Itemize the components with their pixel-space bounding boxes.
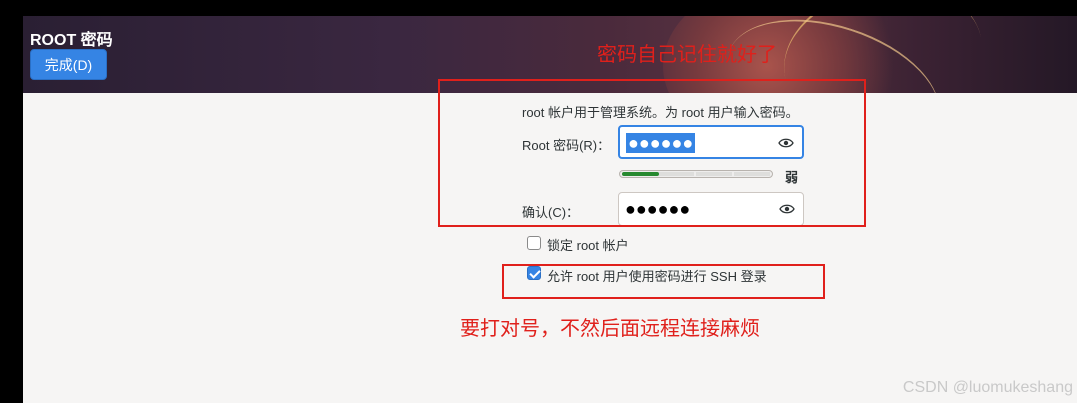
lock-root-checkbox[interactable] — [527, 236, 541, 250]
page-title: ROOT 密码 — [30, 32, 113, 49]
done-button[interactable]: 完成(D) — [30, 49, 107, 80]
lock-root-label: 锁定 root 帐户 — [547, 238, 629, 253]
annotation-box-ssh — [502, 264, 825, 299]
annotation-box-password — [438, 79, 866, 227]
window: ROOT 密码 完成(D) root 帐户用于管理系统。为 root 用户输入密… — [23, 16, 1077, 403]
annotation-top-note: 密码自己记住就好了 — [597, 44, 777, 66]
annotation-bottom-note: 要打对号，不然后面远程连接麻烦 — [460, 318, 760, 340]
watermark: CSDN @luomukeshang — [902, 379, 1073, 396]
